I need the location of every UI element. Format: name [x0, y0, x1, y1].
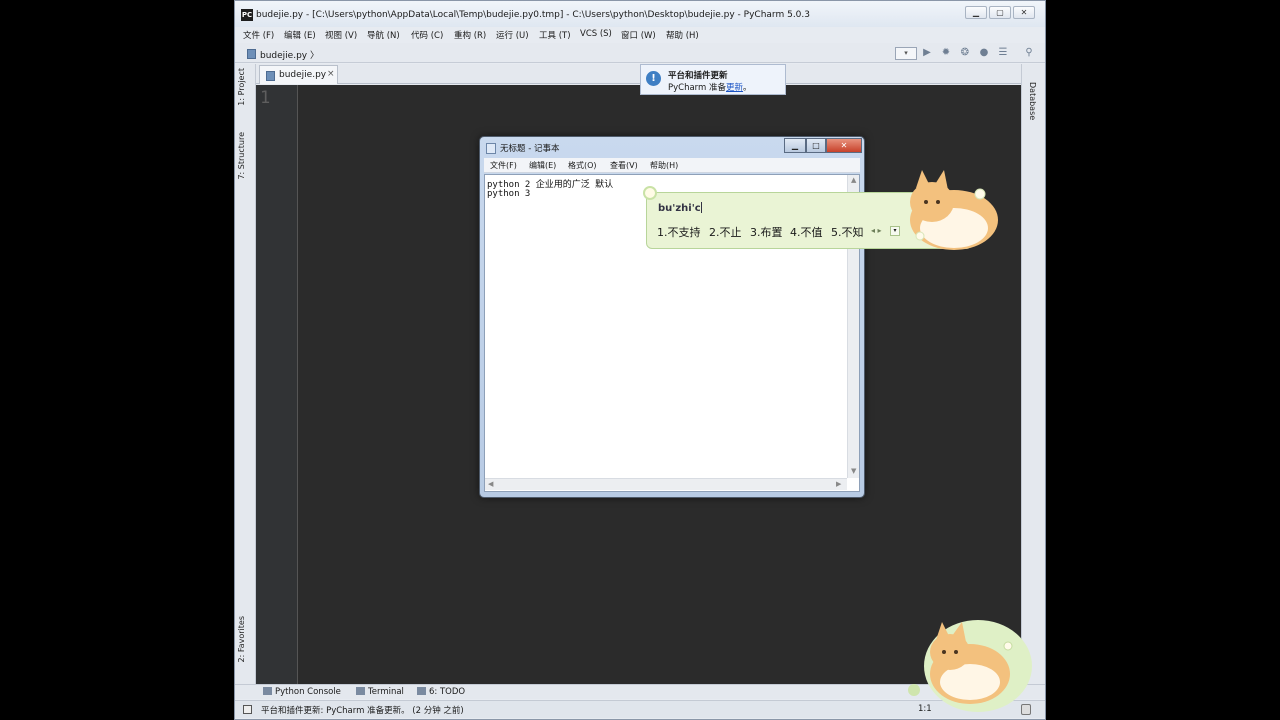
ime-candidate-3[interactable]: 3.布置 [750, 224, 783, 240]
notepad-menu-help[interactable]: 帮助(H) [650, 160, 678, 171]
todo-icon [417, 687, 426, 695]
terminal-icon [356, 687, 365, 695]
ime-candidate-4[interactable]: 4.不值 [790, 224, 823, 240]
menu-vcs[interactable]: VCS (S) [580, 29, 612, 39]
status-toggle-icon[interactable] [243, 705, 252, 714]
maximize-button[interactable]: ▢ [989, 6, 1011, 19]
debug-icon[interactable]: ✹ [940, 47, 952, 59]
close-tab-icon[interactable]: × [327, 69, 335, 79]
navigation-bar: budejie.py 〉 ▾ ▶ ✹ ❂ ● ☰ ⚲ [235, 43, 1045, 63]
left-tool-strip: 1: Project 7: Structure 2: Favorites [235, 64, 256, 684]
notification-title: 平台和插件更新 [668, 71, 728, 81]
corgi-skin-top-image [910, 170, 998, 250]
database-tool-tab[interactable]: Database [1028, 82, 1037, 120]
menu-bar: 文件 (F) 编辑 (E) 视图 (V) 导航 (N) 代码 (C) 重构 (R… [235, 27, 1045, 42]
scroll-down-icon[interactable]: ▼ [851, 467, 856, 475]
right-tool-strip: Database [1021, 64, 1045, 684]
project-tool-tab[interactable]: 1: Project [237, 68, 246, 106]
window-title: budejie.py - [C:\Users\python\AppData\Lo… [256, 10, 810, 20]
notepad-maximize-button[interactable]: □ [806, 138, 826, 153]
menu-edit[interactable]: 编辑 (E) [284, 29, 316, 41]
python-file-icon [266, 71, 275, 81]
notification-body-text: PyCharm 准备 [668, 83, 727, 93]
notepad-menu-bar: 文件(F) 编辑(E) 格式(O) 查看(V) 帮助(H) [484, 158, 860, 173]
editor-tab-budejie[interactable]: budejie.py × [259, 65, 338, 84]
notepad-menu-view[interactable]: 查看(V) [610, 160, 638, 171]
horizontal-scrollbar[interactable]: ◀ ▶ [485, 478, 847, 490]
breadcrumb[interactable]: budejie.py 〉 [260, 48, 319, 61]
scroll-left-icon[interactable]: ◀ [488, 480, 493, 488]
editor-tab-bar: budejie.py × [256, 64, 1021, 84]
search-icon[interactable]: ⚲ [1023, 47, 1035, 59]
notepad-menu-format[interactable]: 格式(O) [568, 160, 597, 171]
todo-label: 6: TODO [429, 687, 466, 697]
notepad-menu-file[interactable]: 文件(F) [490, 160, 517, 171]
update-notification[interactable]: ! 平台和插件更新 PyCharm 准备更新。 [640, 64, 786, 95]
menu-window[interactable]: 窗口 (W) [621, 29, 656, 41]
notification-suffix: 。 [743, 83, 752, 93]
console-icon [263, 687, 272, 695]
menu-view[interactable]: 视图 (V) [325, 29, 357, 41]
python-console-label: Python Console [275, 687, 341, 697]
update-link[interactable]: 更新 [726, 83, 743, 93]
minimize-button[interactable]: ▁ [965, 6, 987, 19]
notepad-minimize-button[interactable]: ▁ [784, 138, 806, 153]
notepad-icon [486, 143, 496, 154]
ime-page-arrows-icon[interactable]: ◂ ▸ [871, 226, 882, 235]
python-console-tab[interactable]: Python Console [263, 687, 341, 697]
notepad-menu-edit[interactable]: 编辑(E) [529, 160, 556, 171]
editor-tab-label: budejie.py [279, 70, 327, 80]
menu-help[interactable]: 帮助 (H) [666, 29, 699, 41]
notepad-title: 无标题 - 记事本 [500, 144, 560, 154]
title-bar[interactable]: PC budejie.py - [C:\Users\python\AppData… [235, 1, 1045, 27]
run-icon[interactable]: ▶ [921, 47, 933, 59]
run-config-dropdown[interactable]: ▾ [895, 47, 917, 60]
ime-composition-text: bu'zhi'c [658, 203, 701, 214]
coverage-icon[interactable]: ❂ [959, 47, 971, 59]
todo-tab[interactable]: 6: TODO [417, 687, 465, 697]
scroll-right-icon[interactable]: ▶ [836, 480, 841, 488]
close-button[interactable]: ✕ [1013, 6, 1035, 19]
python-file-icon [247, 49, 256, 59]
ime-composition: bu'zhi'c [658, 202, 702, 214]
scroll-up-icon[interactable]: ▲ [851, 176, 856, 184]
text-caret [700, 202, 702, 213]
structure-icon[interactable]: ☰ [997, 47, 1009, 59]
ime-candidate-1[interactable]: 1.不支持 [657, 224, 701, 240]
notepad-window: 无标题 - 记事本 ▁ □ ✕ 文件(F) 编辑(E) 格式(O) 查看(V) … [479, 136, 865, 498]
stop-icon[interactable]: ● [978, 47, 990, 59]
pycharm-app-icon: PC [241, 9, 253, 21]
notepad-close-button[interactable]: ✕ [826, 138, 862, 153]
menu-code[interactable]: 代码 (C) [411, 29, 443, 41]
line-number: 1 [260, 88, 271, 108]
structure-tool-tab[interactable]: 7: Structure [237, 132, 246, 180]
info-icon: ! [646, 71, 661, 86]
menu-navigate[interactable]: 导航 (N) [367, 29, 400, 41]
text-line: python 3 [487, 189, 531, 199]
line-gutter: 1 [256, 85, 298, 684]
menu-tools[interactable]: 工具 (T) [539, 29, 571, 41]
terminal-tab[interactable]: Terminal [356, 687, 404, 697]
notification-body: PyCharm 准备更新。 [668, 81, 752, 93]
menu-run[interactable]: 运行 (U) [496, 29, 529, 41]
ime-candidate-2[interactable]: 2.不止 [709, 224, 742, 240]
menu-refactor[interactable]: 重构 (R) [454, 29, 486, 41]
status-message[interactable]: 平台和插件更新: PyCharm 准备更新。 (2 分钟 之前) [261, 704, 464, 716]
terminal-label: Terminal [368, 687, 404, 697]
corgi-skin-bottom-image [908, 620, 1032, 712]
flower-icon [643, 186, 657, 200]
ime-candidate-5[interactable]: 5.不知 [831, 224, 864, 240]
favorites-tool-tab[interactable]: 2: Favorites [237, 616, 246, 662]
menu-file[interactable]: 文件 (F) [243, 29, 274, 41]
